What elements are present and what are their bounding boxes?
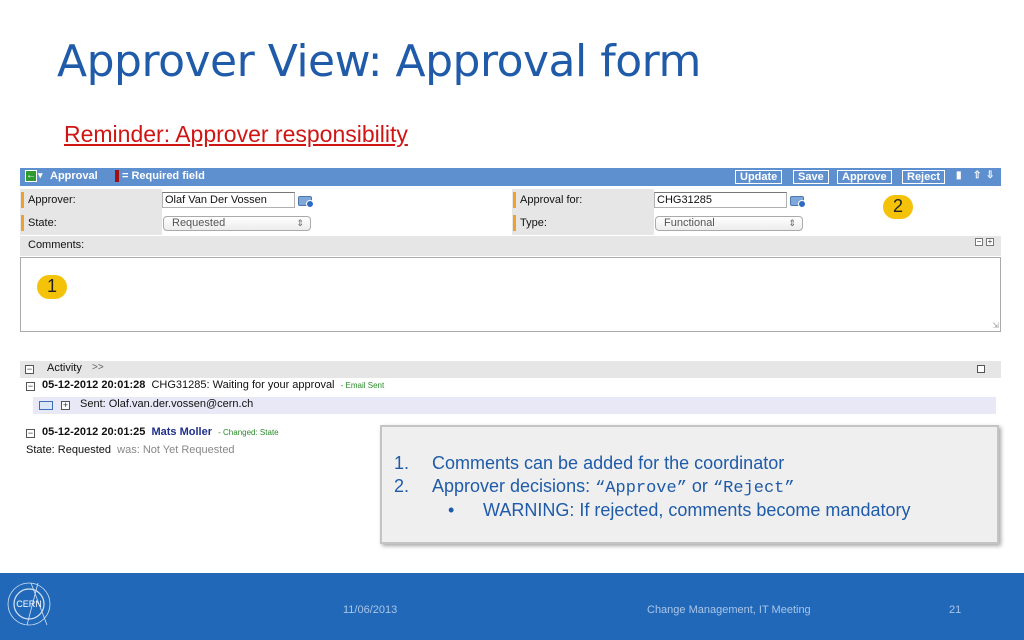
required-indicator <box>21 215 24 231</box>
approver-row: Approver: Olaf Van Der Vossen Approval f… <box>20 189 1001 212</box>
back-arrow-icon[interactable]: ← <box>25 170 37 182</box>
activity-entry: 05-12-2012 20:01:25 Mats Moller - Change… <box>42 426 279 438</box>
callout-item-2-number: 2. <box>394 476 410 496</box>
expand-icon[interactable]: + <box>61 401 70 410</box>
cern-logo-text: CERN <box>16 599 42 609</box>
required-marker-icon <box>115 170 119 182</box>
lookup-icon[interactable] <box>790 196 806 208</box>
sent-line: Sent: Olaf.van.der.vossen@cern.ch <box>80 398 254 410</box>
save-button[interactable]: Save <box>793 170 829 184</box>
down-arrow-icon[interactable]: ⇩ <box>986 170 994 181</box>
comments-textarea[interactable]: ⇲ <box>20 257 1001 332</box>
state-row: State: Requested ⇕ Type: Functional ⇕ <box>20 212 1001 235</box>
activity-user-link[interactable]: Mats Moller <box>151 426 212 438</box>
up-arrow-icon[interactable]: ⇧ <box>973 170 981 181</box>
update-button[interactable]: Update <box>735 170 783 184</box>
activity-datetime: 05-12-2012 20:01:25 <box>42 426 146 438</box>
state-select[interactable]: Requested ⇕ <box>163 216 311 231</box>
dropdown-caret-icon[interactable]: ▾ <box>38 170 43 181</box>
callout-box: 1. Comments can be added for the coordin… <box>380 425 999 544</box>
page-number: 21 <box>949 604 962 616</box>
approve-button[interactable]: Approve <box>837 170 892 184</box>
select-arrows-icon: ⇕ <box>296 218 304 228</box>
chevron-right-icon[interactable]: >> <box>92 362 104 373</box>
callout-item-2-prefix: Approver decisions: <box>432 476 596 496</box>
bullet-icon: • <box>448 500 455 520</box>
callout-badge-1: 1 <box>37 275 67 299</box>
cern-logo: CERN <box>7 582 51 626</box>
comments-label: Comments: <box>28 239 85 251</box>
type-select-value: Functional <box>664 217 715 229</box>
footer-event: Change Management, IT Meeting <box>647 604 811 616</box>
approver-label: Approver: <box>28 194 76 206</box>
required-field-legend: = Required field <box>122 170 205 182</box>
select-arrows-icon: ⇕ <box>788 218 796 228</box>
activity-bar: − Activity >> <box>20 361 1001 378</box>
state-change-line: State: Requested was: Not Yet Requested <box>26 444 235 456</box>
approval-for-field[interactable]: CHG31285 <box>654 192 787 208</box>
activity-datetime: 05-12-2012 20:01:28 <box>42 379 146 391</box>
collapse-icon[interactable]: − <box>975 238 983 246</box>
required-indicator <box>513 192 516 208</box>
required-indicator <box>21 192 24 208</box>
reject-button[interactable]: Reject <box>902 170 946 184</box>
collapse-icon[interactable]: − <box>26 429 35 438</box>
activity-entry: 05-12-2012 20:01:28 CHG31285: Waiting fo… <box>42 379 384 391</box>
state-select-value: Requested <box>172 217 226 229</box>
collapse-icon[interactable]: − <box>25 365 34 374</box>
footer-date: 11/06/2013 <box>343 604 398 616</box>
callout-item-2: Approver decisions: “Approve” or “Reject… <box>432 476 795 498</box>
callout-item-1-number: 1. <box>394 453 410 473</box>
callout-or: or <box>686 476 713 496</box>
form-title: Approval <box>50 170 98 182</box>
type-select[interactable]: Functional ⇕ <box>655 216 803 231</box>
comments-bar: Comments: − + <box>20 236 1001 256</box>
lookup-icon[interactable] <box>298 196 314 208</box>
sent-email-row: + Sent: Olaf.van.der.vossen@cern.ch <box>33 397 996 414</box>
resize-handle-icon[interactable]: ⇲ <box>992 321 999 330</box>
envelope-icon <box>39 401 53 410</box>
required-indicator <box>513 215 516 231</box>
callout-item-1: Comments can be added for the coordinato… <box>432 453 785 473</box>
reject-keyword: “Reject” <box>712 479 795 498</box>
activity-text: CHG31285: Waiting for your approval <box>151 379 335 391</box>
activity-tag: - Changed: State <box>218 428 279 437</box>
expand-icon[interactable]: + <box>986 238 994 246</box>
approver-field[interactable]: Olaf Van Der Vossen <box>162 192 295 208</box>
slide-footer: CERN 11/06/2013 Change Management, IT Me… <box>0 573 1024 640</box>
maximize-icon[interactable] <box>977 365 985 373</box>
state-label: State: <box>28 217 57 229</box>
slide-subtitle: Reminder: Approver responsibility <box>64 121 408 147</box>
slide-title: Approver View: Approval form <box>57 36 701 87</box>
type-label: Type: <box>520 217 547 229</box>
approve-keyword: “Approve” <box>595 479 687 498</box>
state-change-value: State: Requested <box>26 444 112 456</box>
callout-badge-2: 2 <box>883 195 913 219</box>
approval-form-header: ← ▾ Approval = Required field Update Sav… <box>20 168 1001 186</box>
callout-warning: WARNING: If rejected, comments become ma… <box>483 500 911 520</box>
attachment-icon[interactable]: ▮ <box>956 170 962 181</box>
collapse-icon[interactable]: − <box>26 382 35 391</box>
activity-tag: - Email Sent <box>340 381 385 390</box>
activity-label: Activity <box>47 362 82 374</box>
approval-for-label: Approval for: <box>520 194 583 206</box>
state-change-was: was: Not Yet Requested <box>117 444 235 456</box>
